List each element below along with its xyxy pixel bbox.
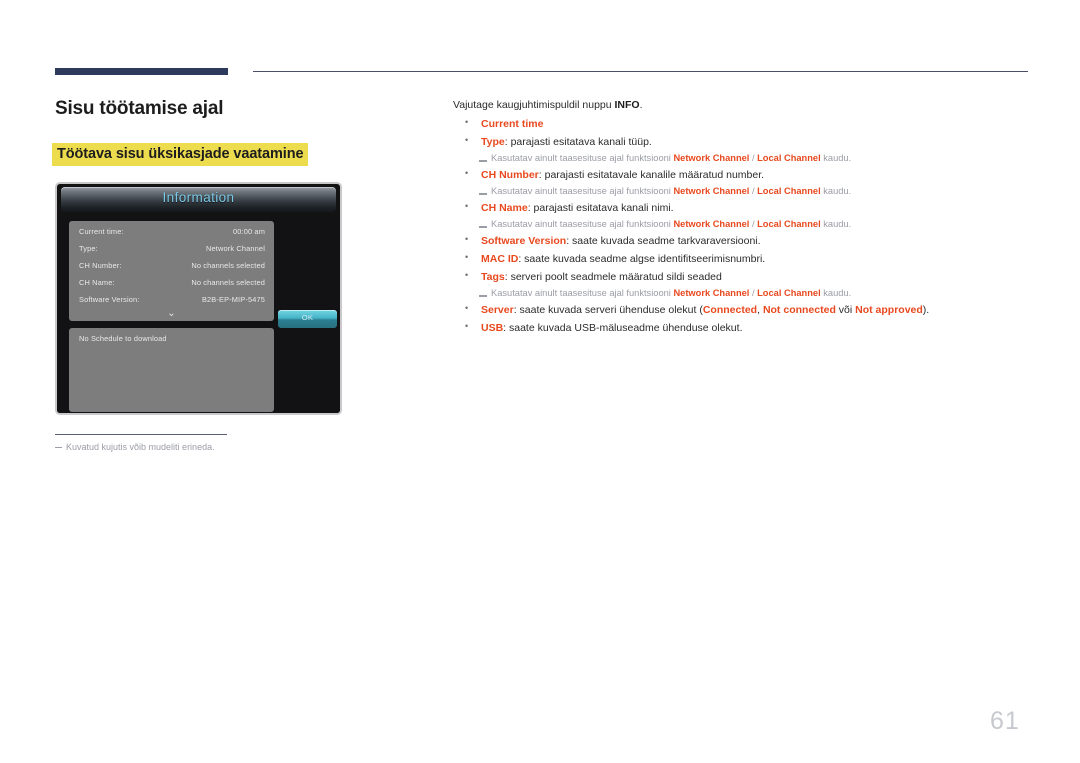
sub-note: Kasutatav ainult taasesituse ajal funkts… (453, 219, 1043, 229)
list-item-key: MAC ID (481, 253, 519, 265)
lead-pre-text: Vajutage kaugjuhtimispuldil nuppu (453, 99, 615, 111)
list-item-key: Type (481, 136, 505, 148)
note-pre: Kasutatav ainult taasesituse ajal funkts… (491, 186, 674, 196)
chevron-down-icon[interactable]: ⌄ (69, 309, 274, 319)
info-button-name: INFO (614, 99, 640, 111)
list-item-key: Server (481, 304, 514, 316)
schedule-empty-text: No Schedule to download (79, 334, 167, 343)
info-row-label: CH Name: (79, 278, 115, 287)
info-row: Current time: 00:00 am (79, 227, 265, 242)
list-item-text: : serveri poolt seadmele määratud sildi … (504, 271, 722, 283)
list-item: MAC ID: saate kuvada seadme algse identi… (453, 252, 1043, 265)
list-item-key: CH Name (481, 202, 528, 214)
sub-note: Kasutatav ainult taasesituse ajal funkts… (453, 288, 1043, 298)
lead-post-text: . (639, 99, 643, 111)
list-item-key: Tags (481, 271, 505, 283)
list-item-text: : parajasti esitatavale kanalile määratu… (538, 169, 765, 181)
sub-note: Kasutatav ainult taasesituse ajal funkts… (453, 186, 1043, 196)
note-pre: Kasutatav ainult taasesituse ajal funkts… (491, 219, 674, 229)
info-row-label: Software Version: (79, 295, 140, 304)
list-item-key: Current time (481, 118, 544, 130)
status-connected: Connected (702, 304, 758, 316)
list-item-text: : parajasti esitatava kanali tüüp. (504, 136, 652, 148)
caption-text: Kuvatud kujutis võib mudeliti erineda. (66, 442, 215, 452)
ok-button[interactable]: OK (278, 310, 337, 328)
note-post: kaudu. (820, 219, 852, 229)
list-item-text: : parajasti esitatava kanali nimi. (527, 202, 674, 214)
note-post: kaudu. (820, 186, 852, 196)
info-row-value: No channels selected (191, 278, 265, 287)
list-item: CH Name: parajasti esitatava kanali nimi… (453, 201, 1043, 214)
list-item: Server: saate kuvada serveri ühenduse ol… (453, 303, 1043, 316)
information-detail-panel: Current time: 00:00 am Type: Network Cha… (69, 221, 274, 321)
info-row: CH Number: No channels selected (79, 261, 265, 276)
info-row-label: Type: (79, 244, 98, 253)
list-item: Software Version: saate kuvada seadme ta… (453, 234, 1043, 247)
info-row: CH Name: No channels selected (79, 278, 265, 293)
caption-dash-icon (55, 446, 62, 448)
status-not-approved: Not approved (855, 304, 923, 316)
note-post: kaudu. (820, 288, 852, 298)
info-row: Type: Network Channel (79, 244, 265, 259)
note-pre: Kasutatav ainult taasesituse ajal funkts… (491, 153, 674, 163)
list-item: Current time (453, 117, 1043, 130)
ok-button-label: OK (301, 313, 314, 322)
list-item-key: Software Version (481, 235, 567, 247)
info-row-value: No channels selected (191, 261, 265, 270)
list-item-key: CH Number (481, 169, 539, 181)
page-title: Sisu töötamise ajal (55, 98, 224, 119)
info-row-label: CH Number: (79, 261, 122, 270)
header-divider-line (253, 71, 1028, 72)
note-pre: Kasutatav ainult taasesituse ajal funkts… (491, 288, 674, 298)
tv-screen-mock: Information Current time: 00:00 am Type:… (55, 182, 342, 415)
section-heading: Töötava sisu üksikasjade vaatamine (52, 143, 309, 166)
tv-screen-body: Current time: 00:00 am Type: Network Cha… (57, 217, 340, 413)
note-separator: / (749, 153, 758, 163)
status-or: või (835, 304, 856, 316)
status-not-connected: Not connected (762, 304, 836, 316)
list-item: USB: saate kuvada USB-mäluseadme ühendus… (453, 321, 1043, 334)
note-post: kaudu. (820, 153, 852, 163)
list-item-text: : saate kuvada USB-mäluseadme ühenduse o… (503, 322, 743, 334)
list-item: Tags: serveri poolt seadmele määratud si… (453, 270, 1043, 283)
note-separator: / (749, 219, 758, 229)
info-row-value: Network Channel (206, 244, 265, 253)
sub-note: Kasutatav ainult taasesituse ajal funkts… (453, 153, 1043, 163)
info-row-label: Current time: (79, 227, 124, 236)
list-item-text: : saate kuvada serveri ühenduse olekut ( (513, 304, 703, 316)
header-accent-bar (55, 68, 228, 75)
info-row-value: 00:00 am (232, 227, 265, 236)
list-item-text: : saate kuvada seadme algse identifitsee… (518, 253, 766, 265)
list-item-key: USB (481, 322, 504, 334)
caption-divider (55, 434, 227, 435)
list-item: CH Number: parajasti esitatavale kanalil… (453, 168, 1043, 181)
note-term-network-channel: Network Channel (673, 153, 750, 163)
note-term-local-channel: Local Channel (757, 186, 821, 196)
info-row-value: B2B-EP-MIP-5475 (201, 295, 265, 304)
note-separator: / (749, 186, 758, 196)
note-term-network-channel: Network Channel (673, 288, 750, 298)
content-column: Vajutage kaugjuhtimispuldil nuppu INFO. … (453, 99, 1043, 340)
note-term-network-channel: Network Channel (673, 219, 750, 229)
page-number: 61 (990, 707, 1020, 735)
schedule-panel: No Schedule to download (69, 328, 274, 412)
list-item: Type: parajasti esitatava kanali tüüp. (453, 135, 1043, 148)
note-separator: / (749, 288, 758, 298)
list-item-text: : saate kuvada seadme tarkvaraversiooni. (566, 235, 761, 247)
status-close: ). (922, 304, 930, 316)
note-term-local-channel: Local Channel (757, 153, 821, 163)
note-term-local-channel: Local Channel (757, 219, 821, 229)
note-term-network-channel: Network Channel (673, 186, 750, 196)
section-heading-wrapper: Töötava sisu üksikasjade vaatamine (52, 143, 309, 166)
lead-paragraph: Vajutage kaugjuhtimispuldil nuppu INFO. (453, 99, 1043, 111)
information-dialog-title: Information (162, 190, 235, 205)
note-term-local-channel: Local Channel (757, 288, 821, 298)
image-caption: Kuvatud kujutis võib mudeliti erineda. (55, 442, 215, 452)
information-dialog-titlebar: Information (61, 187, 336, 212)
